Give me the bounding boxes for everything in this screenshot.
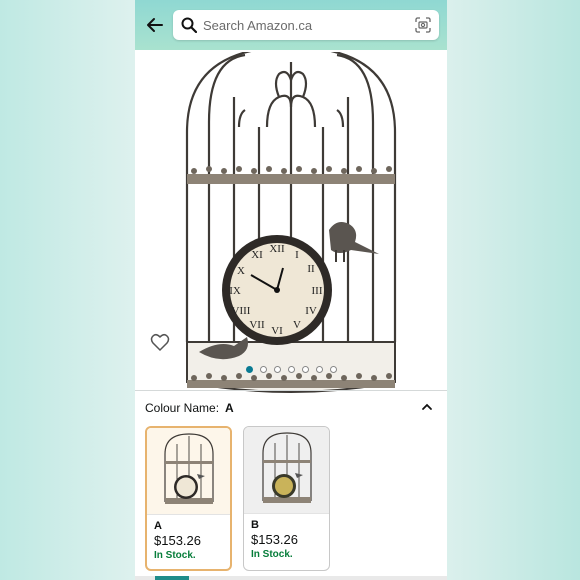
back-arrow-icon[interactable] bbox=[143, 13, 167, 37]
phone-screen: XIIIII IIIIVV VIVIIVIII IXXXI Colour Nam… bbox=[135, 0, 447, 580]
chevron-up-icon[interactable] bbox=[420, 400, 434, 414]
swatch-name: B bbox=[251, 519, 259, 531]
svg-text:II: II bbox=[307, 263, 315, 275]
svg-text:XII: XII bbox=[269, 243, 285, 255]
swatch-price: $153.26 bbox=[251, 532, 298, 547]
variation-selector-header[interactable]: Colour Name: A bbox=[145, 398, 440, 418]
swatch-option-a[interactable]: A $153.26 In Stock. bbox=[145, 426, 232, 571]
svg-text:III: III bbox=[312, 285, 323, 297]
swatch-image bbox=[147, 428, 230, 514]
svg-text:IV: IV bbox=[305, 305, 317, 317]
svg-text:VII: VII bbox=[249, 319, 265, 331]
variation-value: A bbox=[225, 401, 234, 415]
search-icon bbox=[181, 17, 197, 33]
search-bar[interactable] bbox=[173, 10, 439, 40]
svg-text:X: X bbox=[237, 265, 245, 277]
variation-label: Colour Name: bbox=[145, 401, 220, 415]
product-image-gallery[interactable]: XII I II III IV V VI VII VIII IX X XI bbox=[135, 50, 447, 395]
image-pagination bbox=[135, 366, 447, 373]
pagination-dot-3[interactable] bbox=[273, 366, 281, 373]
swatch-image bbox=[244, 427, 329, 513]
swatch-stock-status: In Stock. bbox=[154, 550, 196, 561]
svg-text:I: I bbox=[295, 249, 299, 261]
svg-text:V: V bbox=[293, 319, 301, 331]
section-divider bbox=[135, 390, 447, 391]
pagination-dot-4[interactable] bbox=[287, 366, 295, 373]
bottom-tab-strip bbox=[135, 576, 447, 580]
pagination-dot-1[interactable] bbox=[245, 366, 253, 373]
pagination-dot-6[interactable] bbox=[315, 366, 323, 373]
svg-text:XI: XI bbox=[251, 249, 263, 261]
swatch-price: $153.26 bbox=[154, 533, 201, 548]
wishlist-heart-icon[interactable] bbox=[150, 333, 170, 353]
swatch-name: A bbox=[154, 520, 162, 532]
svg-text:VI: VI bbox=[271, 325, 283, 337]
svg-text:IX: IX bbox=[229, 285, 241, 297]
pagination-dot-5[interactable] bbox=[301, 366, 309, 373]
top-bar bbox=[135, 0, 447, 50]
variation-swatches: A $153.26 In Stock. B $153.26 In Stock. bbox=[145, 426, 330, 571]
pagination-dot-2[interactable] bbox=[259, 366, 267, 373]
camera-search-icon[interactable] bbox=[415, 17, 431, 33]
swatch-stock-status: In Stock. bbox=[251, 549, 293, 560]
swatch-info: B $153.26 In Stock. bbox=[244, 513, 329, 565]
search-input[interactable] bbox=[203, 17, 415, 33]
swatch-option-b[interactable]: B $153.26 In Stock. bbox=[243, 426, 330, 571]
bottom-tab-indicator bbox=[155, 576, 189, 580]
product-image: XII III IIIIVV VIVIIVIII IXXXI bbox=[185, 52, 397, 393]
pagination-dot-7[interactable] bbox=[329, 366, 337, 373]
swatch-info: A $153.26 In Stock. bbox=[147, 514, 230, 566]
svg-text:VIII: VIII bbox=[232, 305, 251, 317]
